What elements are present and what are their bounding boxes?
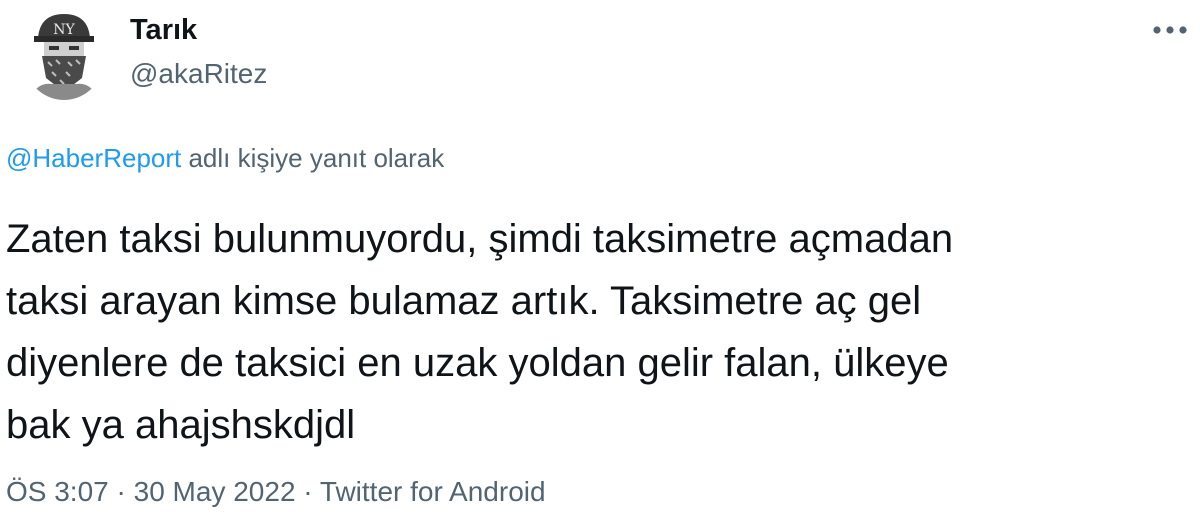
reply-context: @HaberReport adlı kişiye yanıt olarak [6, 140, 444, 176]
tweet-date[interactable]: 30 May 2022 [134, 476, 296, 507]
meta-separator-2: · [295, 476, 320, 507]
author-display-name[interactable]: Tarık [130, 12, 197, 48]
masked-person-avatar-icon: NY [22, 8, 106, 100]
reply-context-label: adlı kişiye yanıt olarak [181, 143, 445, 173]
tweet-source[interactable]: Twitter for Android [320, 476, 546, 507]
reply-mention-link[interactable]: @HaberReport [6, 143, 181, 173]
more-horizontal-icon [1153, 26, 1187, 34]
svg-text:NY: NY [53, 22, 75, 38]
tweet-time[interactable]: ÖS 3:07 [6, 476, 109, 507]
author-handle[interactable]: @akaRitez [130, 56, 267, 92]
tweet-text: Zaten taksi bulunmuyordu, şimdi taksimet… [6, 217, 954, 447]
more-options-button[interactable] [1148, 18, 1192, 42]
avatar[interactable]: NY [22, 8, 106, 100]
tweet-card: NY Tarık @akaRitez @HaberReport adlı kiş… [0, 0, 1200, 527]
tweet-metadata: ÖS 3:07 · 30 May 2022 · Twitter for Andr… [6, 474, 546, 510]
meta-separator: · [108, 476, 134, 507]
